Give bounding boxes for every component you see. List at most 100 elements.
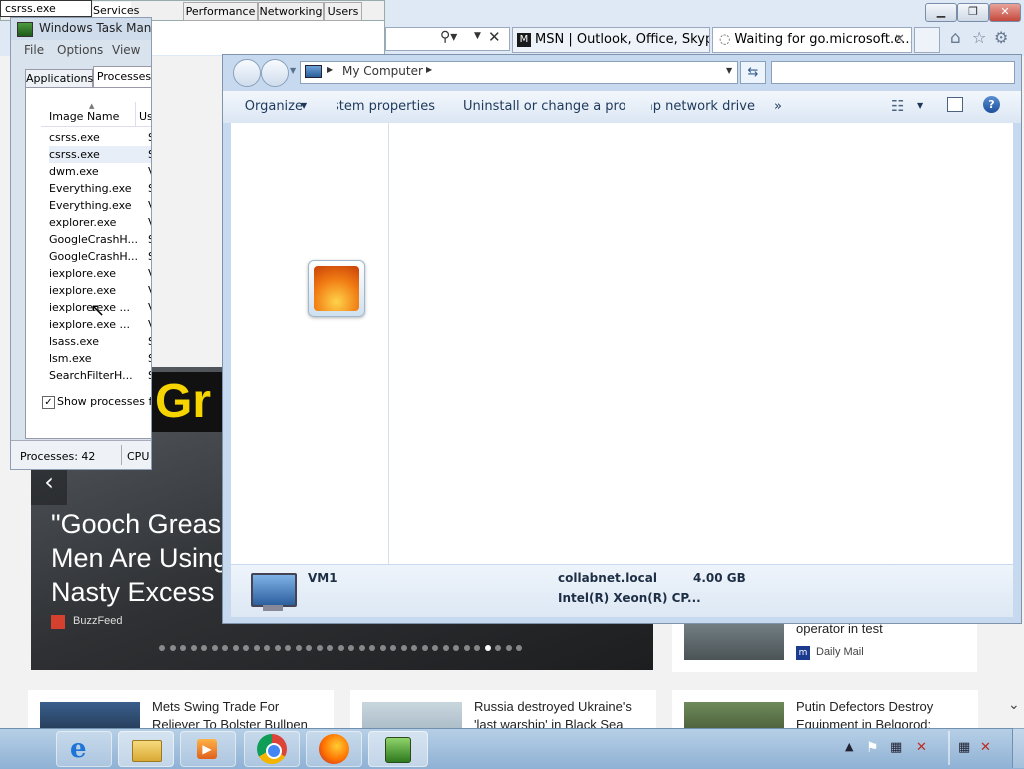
process-row[interactable]: lsass.exe SY [49,333,151,350]
process-row[interactable]: csrss.exe SY [49,129,151,146]
breadcrumb-arrow-icon[interactable]: ▶ [426,65,432,74]
process-row[interactable]: explorer.exe VM [49,214,151,231]
explorer-window[interactable]: ▼ ▶ My Computer ▶ ▼ ⇆ Organize ▼ System … [222,54,1022,624]
tab-processes[interactable]: Processes [93,66,151,88]
file-list-area[interactable] [389,123,1013,564]
carousel-dot[interactable] [442,645,449,651]
system-properties-button[interactable]: System properties [337,98,435,116]
carousel-dot[interactable] [232,645,239,651]
carousel-dot[interactable] [484,645,491,651]
tab-waiting[interactable]: ◌ Waiting for go.microsoft.c... ✕ [712,27,912,53]
recent-pages-chevron-icon[interactable]: ▼ [290,66,296,75]
favorites-icon[interactable]: ☆ [972,28,986,47]
carousel-dot[interactable] [516,645,522,651]
column-divider[interactable] [135,102,136,126]
map-network-drive-button[interactable]: Map network drive [651,98,755,116]
explorer-address-bar[interactable]: ▶ My Computer ▶ ▼ [300,61,738,84]
carousel-dot[interactable] [379,645,386,651]
carousel-dot[interactable] [495,645,501,651]
refresh-button[interactable]: ⇆ [740,61,766,84]
process-row[interactable]: GoogleCrashH... SY [49,248,151,265]
carousel-dot[interactable] [243,645,249,651]
breadcrumb-arrow-icon[interactable]: ▶ [327,65,333,74]
carousel-dot[interactable] [169,645,176,651]
network-status-icon[interactable]: ▦ [958,740,974,756]
carousel-dot[interactable] [463,645,470,651]
speaker-muted-icon[interactable]: ✕ [980,740,996,756]
carousel-dot[interactable] [337,645,344,651]
carousel-dot[interactable] [327,645,333,651]
tab-applications[interactable]: Applications [25,69,93,88]
view-dropdown-icon[interactable]: ▼ [917,101,923,110]
tab-close-icon[interactable]: ✕ [894,28,905,52]
tab-networking[interactable]: Networking [258,2,324,21]
ie-close-button[interactable]: ✕ [989,3,1021,22]
more-commands-button[interactable]: » [774,98,782,116]
carousel-dot[interactable] [474,645,480,651]
taskbar-media-button[interactable]: ▶ [180,731,236,767]
carousel-dot[interactable] [222,645,228,651]
carousel-dot[interactable] [411,645,417,651]
carousel-dot[interactable] [295,645,302,651]
process-row[interactable]: iexplore.exe VM [49,265,151,282]
carousel-dot[interactable] [400,645,407,651]
carousel-dot[interactable] [180,645,186,651]
organize-button[interactable]: Organize [241,98,303,116]
menu-view[interactable]: View [112,43,140,57]
news-card-1[interactable]: Mets Swing Trade For Reliever To Bolster… [28,690,334,728]
carousel-dot[interactable] [190,645,197,651]
carousel-dot[interactable] [369,645,375,651]
scroll-down-chevron-icon[interactable]: ⌄ [1008,697,1020,713]
search-icon[interactable]: ⚲▾ [440,29,457,45]
ie-maximize-button[interactable]: ❐ [957,3,989,22]
process-row[interactable]: csrss.exe SY [49,146,151,163]
carousel-dot[interactable] [316,645,323,651]
address-dropdown-icon[interactable]: ▼ [726,66,732,75]
process-row[interactable]: iexplore.exe VM [49,282,151,299]
carousel-dot[interactable] [201,645,207,651]
home-icon[interactable]: ⌂ [950,28,961,48]
back-button[interactable] [233,59,261,87]
taskbar-explorer-button[interactable] [118,731,174,767]
process-row[interactable]: lsm.exe SY [49,350,151,367]
forward-button[interactable] [261,59,289,87]
carousel-dot[interactable] [285,645,291,651]
column-image-name[interactable]: Image Name [49,110,119,123]
carousel-dot[interactable] [432,645,438,651]
task-manager-window[interactable]: Windows Task Manager File Options View A… [10,17,152,470]
new-tab-button[interactable] [914,27,940,53]
carousel-dot[interactable] [274,645,281,651]
carousel-dot[interactable] [453,645,459,651]
show-desktop-button[interactable] [1012,728,1024,768]
carousel-dot[interactable] [159,645,165,651]
network-icon[interactable]: ▦ [890,740,906,756]
explorer-search-input[interactable] [771,61,1015,84]
uninstall-program-button[interactable]: Uninstall or change a program [463,98,625,116]
taskbar-taskmgr-button[interactable] [368,731,428,767]
volume-muted-icon[interactable]: ✕ [916,740,932,756]
column-user-name[interactable]: Use [139,110,151,123]
menu-file[interactable]: File [24,43,44,57]
tab-msn[interactable]: M MSN | Outlook, Office, Skype, ... [512,27,710,53]
ie-minimize-button[interactable]: ▁ [925,3,957,22]
tab-performance[interactable]: Performance [183,2,258,21]
taskbar-firefox-button[interactable] [306,731,362,767]
carousel-dot[interactable] [306,645,312,651]
help-icon[interactable]: ? [983,96,1000,113]
preview-pane-icon[interactable] [947,97,963,112]
stop-icon[interactable]: ✕ [488,28,501,46]
show-hidden-icons-icon[interactable]: ▲ [845,740,853,753]
change-view-icon[interactable]: ☷ [891,97,904,115]
carousel-dot[interactable] [421,645,428,651]
news-card-2[interactable]: Russia destroyed Ukraine's 'last warship… [350,690,656,728]
carousel-dot[interactable] [505,645,512,651]
news-card-3[interactable]: Putin Defectors Destroy Equipment in Bel… [672,690,978,728]
process-row[interactable]: GoogleCrashH... SY [49,231,151,248]
tab-users[interactable]: Users [324,2,362,21]
carousel-dot[interactable] [358,645,365,651]
breadcrumb-my-computer[interactable]: My Computer [342,64,423,78]
carousel-dot[interactable] [390,645,396,651]
process-row[interactable]: dwm.exe VM [49,163,151,180]
carousel-dot[interactable] [211,645,218,651]
carousel-dot[interactable] [264,645,270,651]
